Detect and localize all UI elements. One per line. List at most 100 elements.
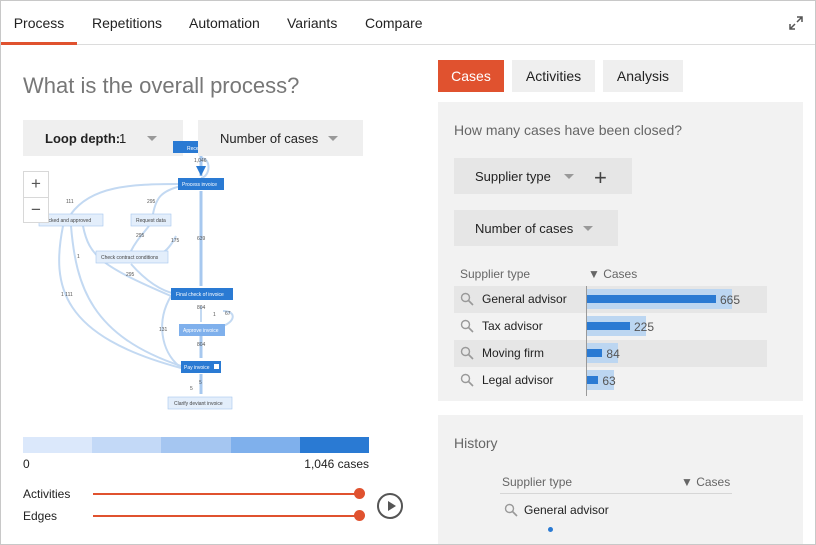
activities-slider-handle[interactable]	[354, 488, 365, 499]
chevron-down-icon	[328, 136, 338, 141]
zoom-controls: + −	[23, 171, 49, 223]
top-navigation: Process Repetitions Automation Variants …	[1, 1, 815, 45]
tab-variants[interactable]: Variants	[287, 1, 337, 45]
edge-label: 295	[147, 199, 156, 205]
graph-edge	[58, 225, 182, 369]
row-label: Tax advisor	[482, 319, 543, 333]
legend-step	[92, 437, 162, 453]
zoom-icon[interactable]	[504, 503, 518, 517]
edge-label: 5	[190, 386, 193, 392]
zoom-icon[interactable]	[460, 292, 474, 306]
tab-compare[interactable]: Compare	[365, 1, 423, 45]
edges-slider-label: Edges	[23, 509, 58, 523]
bar-value: 665	[720, 293, 741, 307]
process-graph[interactable]: Rece Process invoice Request data hecked…	[31, 136, 271, 416]
tab-cases[interactable]: Cases	[438, 60, 504, 92]
graph-node-label: hecked and approved	[43, 218, 91, 224]
divider	[500, 493, 732, 494]
edge-label: 111	[66, 199, 74, 205]
bar-value: 84	[606, 347, 620, 361]
plus-icon[interactable]: +	[594, 167, 607, 189]
expand-icon[interactable]	[789, 16, 803, 30]
tab-automation[interactable]: Automation	[189, 1, 260, 45]
history-marker	[548, 527, 553, 532]
history-row-label: General advisor	[524, 503, 609, 517]
graph-arrow	[196, 166, 206, 176]
app-window: Process Repetitions Automation Variants …	[0, 0, 816, 545]
edge-label: 131	[159, 327, 168, 333]
zoom-icon[interactable]	[460, 346, 474, 360]
bar	[586, 349, 603, 357]
tab-analysis[interactable]: Analysis	[603, 60, 683, 92]
bar	[586, 376, 599, 384]
table-row[interactable]: Tax advisor 225	[454, 313, 767, 340]
column-header-cases[interactable]: ▼ Cases	[588, 267, 637, 281]
play-icon[interactable]	[377, 493, 403, 519]
edge-label: 804	[197, 342, 206, 348]
history-card: History Supplier type ▼ Cases General ad…	[438, 415, 803, 544]
activities-slider-label: Activities	[23, 487, 71, 501]
edges-slider-track[interactable]	[93, 515, 359, 517]
graph-node-label: Request data	[136, 218, 166, 224]
row-label: General advisor	[482, 292, 567, 306]
tab-activities[interactable]: Activities	[512, 60, 595, 92]
activities-slider-track[interactable]	[93, 493, 359, 495]
table-row[interactable]: Moving firm 84	[454, 340, 767, 367]
edge-label: 175	[171, 238, 180, 244]
bar-axis	[586, 286, 587, 396]
graph-node-label: Pay invoice	[184, 365, 210, 371]
closed-cases-title: How many cases have been closed?	[454, 122, 683, 138]
graph-node-label: Approve invoice	[183, 328, 219, 334]
edge-label: 804	[197, 305, 206, 311]
edge-label: 639	[197, 236, 206, 242]
zoom-icon[interactable]	[460, 319, 474, 333]
color-legend	[23, 437, 370, 453]
edges-slider-handle[interactable]	[354, 510, 365, 521]
legend-step	[230, 437, 300, 453]
cases-metric-label: Number of cases	[475, 221, 574, 236]
legend-min: 0	[23, 457, 30, 471]
bar-value: 63	[602, 374, 616, 388]
edge-label: 67	[225, 311, 231, 317]
supplier-type-label: Supplier type	[475, 169, 551, 184]
edge-label: 1	[77, 254, 80, 260]
cases-metric-select[interactable]: Number of cases	[454, 210, 618, 246]
zoom-in-button[interactable]: +	[24, 172, 48, 197]
legend-step	[23, 437, 93, 453]
graph-edge	[152, 185, 182, 215]
bar	[586, 322, 630, 330]
edge-label: 1 111	[61, 292, 73, 298]
history-title: History	[454, 435, 498, 451]
page-title: What is the overall process?	[23, 73, 300, 98]
zoom-out-button[interactable]: −	[24, 197, 48, 222]
bar-value: 225	[633, 320, 655, 334]
graph-edge	[130, 263, 177, 295]
edge-label: 295	[126, 272, 135, 278]
table-row[interactable]: Legal advisor 63	[454, 367, 767, 394]
history-column-cases[interactable]: ▼ Cases	[681, 475, 730, 489]
column-header-supplier[interactable]: Supplier type	[460, 267, 530, 281]
chevron-down-icon	[583, 226, 593, 231]
bar	[586, 295, 716, 303]
graph-metric-select[interactable]: Number of cases	[198, 120, 363, 156]
history-column-supplier[interactable]: Supplier type	[502, 475, 572, 489]
row-label: Moving firm	[482, 346, 545, 360]
graph-node-label: Clarify deviant invoice	[174, 401, 223, 407]
graph-metric-label: Number of cases	[220, 131, 319, 146]
edge-label: 1,046	[194, 158, 207, 164]
graph-node-label: Check contract conditions	[101, 255, 159, 261]
legend-step	[161, 437, 231, 453]
edge-label: 1	[213, 312, 216, 318]
legend-max: 1,046 cases	[304, 457, 369, 471]
graph-node-label: Final check of invoice	[176, 292, 224, 298]
zoom-icon[interactable]	[460, 373, 474, 387]
edge-label: 295	[136, 233, 145, 239]
table-row[interactable]: General advisor 665	[454, 286, 767, 313]
row-label: Legal advisor	[482, 373, 554, 387]
legend-step	[299, 437, 370, 453]
graph-node-label: Process invoice	[182, 182, 217, 188]
chevron-down-icon	[564, 174, 574, 179]
tab-process[interactable]: Process	[1, 1, 77, 45]
graph-edge	[70, 183, 180, 215]
tab-repetitions[interactable]: Repetitions	[92, 1, 162, 45]
